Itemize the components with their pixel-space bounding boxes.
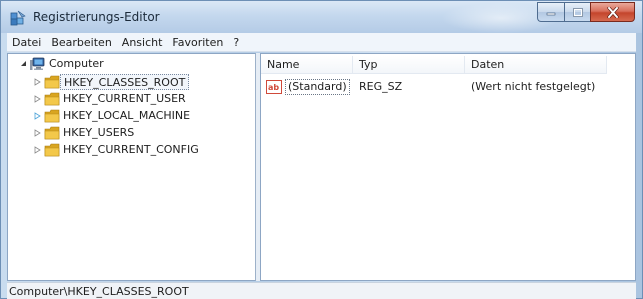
maximize-icon <box>572 7 583 17</box>
status-bar: Computer\HKEY_CLASSES_ROOT <box>7 282 636 299</box>
window-title: Registrierungs-Editor <box>33 10 160 24</box>
main-content: Computer HKEY_CLASSES_ROOT HKEY_CURRENT_… <box>7 53 636 281</box>
table-row[interactable]: ab (Standard) REG_SZ (Wert nicht festgel… <box>263 78 633 96</box>
folder-icon <box>44 109 60 122</box>
status-path: Computer\HKEY_CLASSES_ROOT <box>9 284 189 298</box>
tree-label-hkey-local-machine: HKEY_LOCAL_MACHINE <box>63 108 191 122</box>
expand-arrow-icon[interactable] <box>32 111 42 121</box>
tree-label-hkey-current-config: HKEY_CURRENT_CONFIG <box>63 142 199 156</box>
computer-icon <box>30 57 45 70</box>
column-header-typ[interactable]: Typ <box>353 56 465 74</box>
folder-icon <box>44 126 60 139</box>
expand-arrow-icon[interactable] <box>32 145 42 155</box>
tree-item-hkey-classes-root[interactable]: HKEY_CLASSES_ROOT <box>32 73 190 90</box>
tree-label-computer: Computer <box>49 56 104 70</box>
menu-bearbeiten[interactable]: Bearbeiten <box>46 36 116 49</box>
value-data: (Wert nicht festgelegt) <box>471 80 596 93</box>
tree-item-hkey-current-config[interactable]: HKEY_CURRENT_CONFIG <box>32 141 202 158</box>
close-button[interactable] <box>590 2 635 22</box>
folder-icon <box>44 92 60 105</box>
expand-arrow-icon[interactable] <box>32 128 42 138</box>
collapse-arrow-icon[interactable] <box>18 59 28 69</box>
menu-ansicht[interactable]: Ansicht <box>117 36 168 49</box>
values-list[interactable]: Name Typ Daten ab (Standard) REG_SZ (Wer… <box>260 53 636 281</box>
regedit-app-icon <box>10 10 26 26</box>
minimize-icon <box>546 12 556 16</box>
menu-help[interactable]: ? <box>228 36 244 49</box>
registry-tree[interactable]: Computer HKEY_CLASSES_ROOT HKEY_CURRENT_… <box>7 53 256 281</box>
expand-arrow-icon[interactable] <box>32 77 42 87</box>
svg-text:ab: ab <box>268 83 279 92</box>
title-bar[interactable]: Registrierungs-Editor <box>1 1 642 33</box>
maximize-button[interactable] <box>564 2 590 22</box>
value-type: REG_SZ <box>359 80 403 93</box>
minimize-button[interactable] <box>537 2 564 22</box>
folder-icon <box>44 143 60 156</box>
value-name: (Standard) <box>285 79 350 95</box>
tree-item-hkey-users[interactable]: HKEY_USERS <box>32 124 137 141</box>
column-header-name[interactable]: Name <box>261 56 353 74</box>
caption-buttons <box>537 2 635 22</box>
tree-item-hkey-current-user[interactable]: HKEY_CURRENT_USER <box>32 90 189 107</box>
tree-label-hkey-current-user: HKEY_CURRENT_USER <box>63 91 186 105</box>
expand-arrow-icon[interactable] <box>32 94 42 104</box>
menu-favoriten[interactable]: Favoriten <box>167 36 228 49</box>
close-icon <box>606 6 619 18</box>
tree-item-computer[interactable]: Computer <box>18 55 107 72</box>
tree-label-hkey-classes-root: HKEY_CLASSES_ROOT <box>60 73 190 90</box>
tree-item-hkey-local-machine[interactable]: HKEY_LOCAL_MACHINE <box>32 107 193 124</box>
menu-bar: Datei Bearbeiten Ansicht Favoriten ? <box>7 33 636 52</box>
folder-icon <box>44 75 60 88</box>
regedit-window: Registrierungs-Editor Datei Bearbeiten A… <box>0 0 643 299</box>
menu-datei[interactable]: Datei <box>7 36 46 49</box>
column-header-daten[interactable]: Daten <box>465 56 607 74</box>
string-value-icon: ab <box>266 80 282 94</box>
tree-label-hkey-users: HKEY_USERS <box>63 125 135 139</box>
